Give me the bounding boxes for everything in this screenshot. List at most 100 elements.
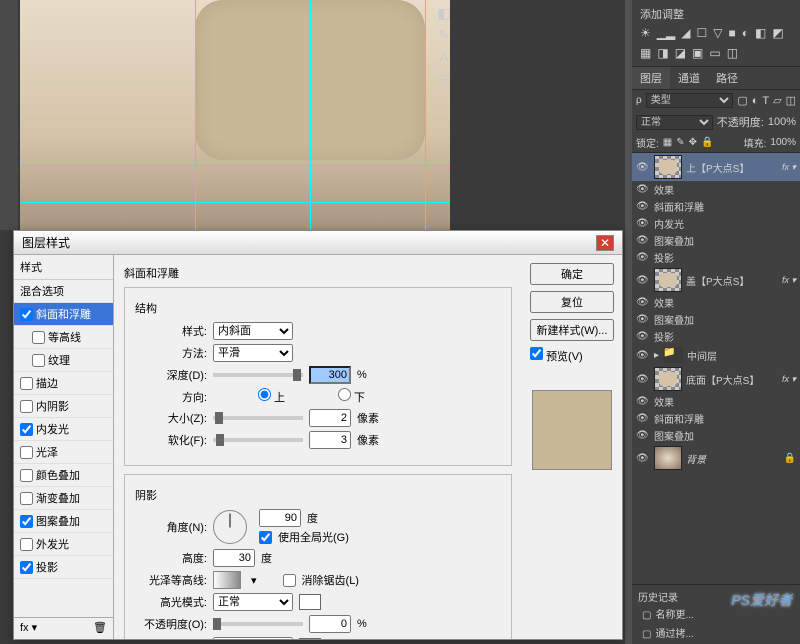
filter-pixel-icon[interactable]: ▢ (737, 94, 747, 107)
fx-badge[interactable]: fx ▾ (782, 374, 796, 385)
close-button[interactable]: ✕ (596, 235, 614, 251)
style-item-texture[interactable]: 纹理 (14, 349, 113, 372)
angle-input[interactable] (259, 509, 301, 527)
blend-options-item[interactable]: 混合选项 (14, 280, 113, 303)
guide-vertical[interactable] (425, 0, 426, 230)
style-select[interactable]: 内斜面 (213, 322, 293, 340)
visibility-icon[interactable]: 👁 (636, 162, 650, 173)
lock-trans-icon[interactable]: ▦ (663, 137, 672, 148)
preview-toggle[interactable]: 预览(V) (530, 347, 614, 364)
brush-icon[interactable]: ✎ (433, 26, 455, 44)
tab-layers[interactable]: 图层 (632, 67, 670, 89)
size-input[interactable] (309, 409, 351, 427)
highlight-color[interactable] (299, 594, 321, 610)
color-sampler-icon[interactable]: ◧ (433, 4, 455, 22)
levels-icon[interactable]: ▁▂ (657, 26, 675, 40)
style-item-dropshadow[interactable]: 投影 (14, 556, 113, 579)
ruler-icon[interactable]: ⊟ (433, 70, 455, 88)
angle-dial[interactable] (213, 510, 247, 544)
style-item-patternoverlay[interactable]: 图案叠加 (14, 510, 113, 533)
highlight-mode-select[interactable]: 正常 (213, 593, 293, 611)
lock-pixels-icon[interactable]: ✎ (676, 137, 684, 148)
visibility-icon[interactable]: 👁 (636, 453, 650, 464)
blend-mode-select[interactable]: 正常 (636, 115, 713, 130)
chevron-right-icon[interactable]: ▸ (654, 350, 659, 361)
posterize-icon[interactable]: ◪ (675, 46, 686, 60)
gradient-map-icon[interactable]: ▭ (709, 46, 720, 60)
layer-item[interactable]: 👁盖【P大点S】fx ▾ (632, 266, 800, 294)
styles-header[interactable]: 样式 (14, 255, 113, 280)
vibrance-icon[interactable]: ▽ (713, 26, 722, 40)
layer-item[interactable]: 👁底面【P大点S】fx ▾ (632, 365, 800, 393)
fx-icon[interactable]: fx ▾ (20, 621, 37, 636)
direction-up[interactable] (258, 388, 271, 401)
layer-group[interactable]: 👁▸📁中间层 (632, 345, 800, 365)
style-item-coloroverlay[interactable]: 颜色叠加 (14, 464, 113, 487)
style-item-innershadow[interactable]: 内阴影 (14, 395, 113, 418)
guide-vertical[interactable] (195, 0, 196, 230)
layer-item[interactable]: 👁上【P大点S】fx ▾ (632, 153, 800, 181)
curves-icon[interactable]: ◢ (681, 26, 690, 40)
document-canvas[interactable] (20, 0, 450, 230)
guide-vertical[interactable] (310, 0, 311, 230)
global-light-check[interactable] (259, 531, 272, 544)
depth-input[interactable] (309, 366, 351, 384)
balance-icon[interactable]: ◐ (742, 26, 749, 40)
fx-badge[interactable]: fx ▾ (782, 275, 796, 286)
mixer-icon[interactable]: ▦ (640, 46, 651, 60)
shadow-color[interactable] (299, 638, 321, 639)
trash-icon[interactable]: 🗑 (93, 621, 107, 636)
method-select[interactable]: 平滑 (213, 344, 293, 362)
kind-filter[interactable]: 类型 (646, 93, 734, 108)
layer-thumb[interactable] (654, 446, 682, 470)
selective-color-icon[interactable]: ◫ (727, 46, 738, 60)
layer-thumb[interactable] (654, 155, 682, 179)
layer-thumb[interactable] (654, 367, 682, 391)
style-item-innerglow[interactable]: 内发光 (14, 418, 113, 441)
exposure-icon[interactable]: ☐ (696, 26, 707, 40)
type-icon[interactable]: A (433, 48, 455, 66)
visibility-icon[interactable]: 👁 (636, 275, 650, 286)
guide-horizontal[interactable] (20, 165, 450, 166)
layer-background[interactable]: 👁背景🔒 (632, 444, 800, 472)
style-item-outerglow[interactable]: 外发光 (14, 533, 113, 556)
filter-shape-icon[interactable]: ▱ (773, 94, 781, 107)
direction-down[interactable] (338, 388, 351, 401)
style-item-stroke[interactable]: 描边 (14, 372, 113, 395)
soften-input[interactable] (309, 431, 351, 449)
filter-adj-icon[interactable]: ◐ (752, 95, 759, 107)
tab-channels[interactable]: 通道 (670, 67, 708, 89)
visibility-icon[interactable]: 👁 (636, 374, 650, 385)
filter-smart-icon[interactable]: ◫ (786, 94, 796, 107)
soften-slider[interactable] (213, 438, 303, 442)
style-item-contour[interactable]: 等高线 (14, 326, 113, 349)
style-item-bevel[interactable]: 斜面和浮雕 (14, 303, 113, 326)
lock-all-icon[interactable]: 🔒 (701, 137, 713, 148)
brightness-icon[interactable]: ☀ (640, 26, 651, 40)
cancel-button[interactable]: 复位 (530, 291, 614, 313)
threshold-icon[interactable]: ▣ (692, 46, 703, 60)
history-item[interactable]: ▢通过拷... (638, 623, 794, 642)
dialog-titlebar[interactable]: 图层样式 ✕ (14, 231, 622, 255)
tab-paths[interactable]: 路径 (708, 67, 746, 89)
filter-type-icon[interactable]: T (762, 95, 769, 107)
size-slider[interactable] (213, 416, 303, 420)
depth-slider[interactable] (213, 373, 303, 377)
invert-icon[interactable]: ◨ (657, 46, 668, 60)
fx-badge[interactable]: fx ▾ (782, 162, 796, 173)
guide-horizontal[interactable] (20, 202, 450, 203)
hue-icon[interactable]: ■ (728, 26, 735, 40)
ok-button[interactable]: 确定 (530, 263, 614, 285)
style-item-satin[interactable]: 光泽 (14, 441, 113, 464)
highlight-opacity-input[interactable] (309, 615, 351, 633)
gloss-contour-picker[interactable] (213, 571, 241, 589)
visibility-icon[interactable]: 👁 (636, 350, 650, 361)
photo-filter-icon[interactable]: ◩ (772, 26, 783, 40)
bw-icon[interactable]: ◧ (755, 26, 766, 40)
new-style-button[interactable]: 新建样式(W)... (530, 319, 614, 341)
style-item-gradientoverlay[interactable]: 渐变叠加 (14, 487, 113, 510)
antialias-check[interactable] (283, 574, 296, 587)
layer-thumb[interactable] (654, 268, 682, 292)
lock-position-icon[interactable]: ✥ (689, 137, 697, 148)
shadow-mode-select[interactable]: 正片叠底 (213, 637, 293, 639)
